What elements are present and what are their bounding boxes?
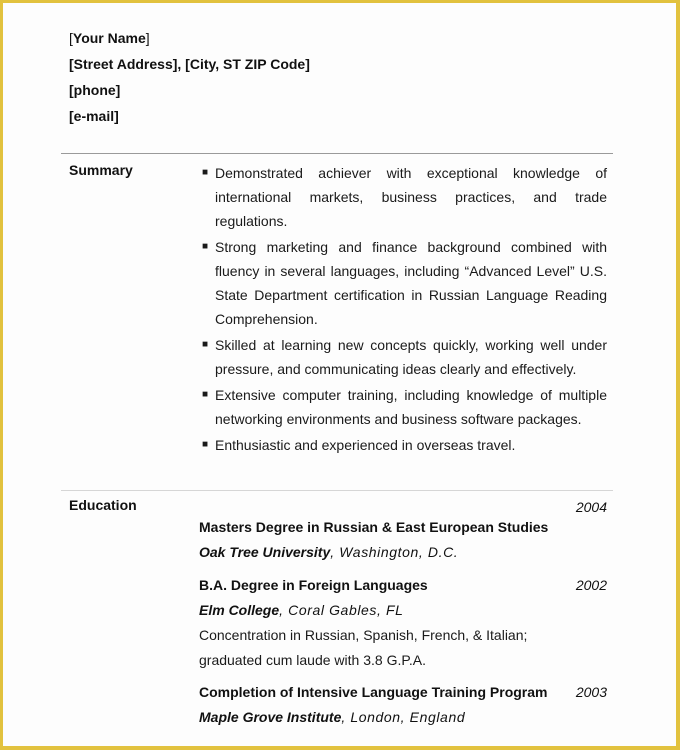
bracket-close: ]: [145, 30, 150, 46]
bullet-icon: ■: [202, 339, 209, 350]
school-location: , Washington, D.C.: [330, 544, 459, 560]
entry-school: Elm College, Coral Gables, FL: [199, 598, 609, 623]
summary-item-text: Skilled at learning new concepts quickly…: [215, 337, 607, 377]
summary-item-text: Strong marketing and finance background …: [215, 239, 607, 327]
school-location: , London, England: [341, 709, 466, 725]
education-heading: Education: [69, 497, 137, 513]
education-entry: Completion of Intensive Language Trainin…: [199, 680, 609, 730]
school-name: Elm College: [199, 602, 280, 618]
contact-header: [Your Name] [Street Address], [City, ST …: [69, 25, 310, 129]
summary-item-text: Enthusiastic and experienced in overseas…: [215, 437, 516, 453]
entry-school: Maple Grove Institute, London, England: [199, 705, 609, 730]
name-text: Your Name: [72, 30, 146, 46]
summary-item: ■ Demonstrated achiever with exceptional …: [199, 161, 607, 233]
summary-list: ■ Demonstrated achiever with exceptional …: [199, 161, 607, 459]
entry-degree: Masters Degree in Russian & East Europea…: [199, 519, 549, 535]
bullet-icon: ■: [202, 241, 209, 252]
summary-item: ■ Strong marketing and finance background…: [199, 235, 607, 331]
summary-item: ■ Enthusiastic and experienced in oversea…: [199, 433, 607, 457]
summary-divider: [61, 153, 613, 154]
school-location: , Coral Gables, FL: [279, 602, 404, 618]
entry-note: graduated cum laude with 3.8 G.P.A.: [199, 652, 426, 668]
email-address: [e-mail]: [69, 108, 119, 124]
entry-degree: Completion of Intensive Language Trainin…: [199, 684, 548, 700]
entry-degree: B.A. Degree in Foreign Languages: [199, 577, 428, 593]
summary-item-text: Demonstrated achiever with exceptional k…: [215, 165, 607, 229]
school-name: Oak Tree University: [199, 544, 331, 560]
school-name: Maple Grove Institute: [199, 709, 342, 725]
phone-number: [phone]: [69, 82, 121, 98]
education-entry: 2004 Masters Degree in Russian & East Eu…: [199, 495, 609, 565]
education-entry: B.A. Degree in Foreign Languages 2002 El…: [199, 573, 609, 673]
bullet-icon: ■: [202, 389, 209, 400]
entry-degree-row: B.A. Degree in Foreign Languages 2002: [199, 573, 609, 598]
bullet-icon: ■: [202, 439, 209, 450]
summary-item: ■ Extensive computer training, including …: [199, 383, 607, 431]
entry-year: 2003: [575, 684, 607, 700]
applicant-name: [Your Name]: [69, 25, 310, 51]
entry-note: Concentration in Russian, Spanish, Frenc…: [199, 627, 528, 643]
education-divider: [61, 490, 613, 491]
street-address: [Street Address], [City, ST ZIP Code]: [69, 56, 310, 72]
document-page: [Your Name] [Street Address], [City, ST …: [0, 0, 680, 750]
summary-item: ■ Skilled at learning new concepts quickl…: [199, 333, 607, 381]
entry-school: Oak Tree University, Washington, D.C.: [199, 540, 609, 565]
summary-item-text: Extensive computer training, including k…: [215, 387, 607, 427]
entry-year: 2002: [575, 577, 607, 593]
bullet-icon: ■: [202, 167, 209, 178]
entry-degree-row: Completion of Intensive Language Trainin…: [199, 680, 609, 705]
summary-heading: Summary: [69, 162, 133, 178]
